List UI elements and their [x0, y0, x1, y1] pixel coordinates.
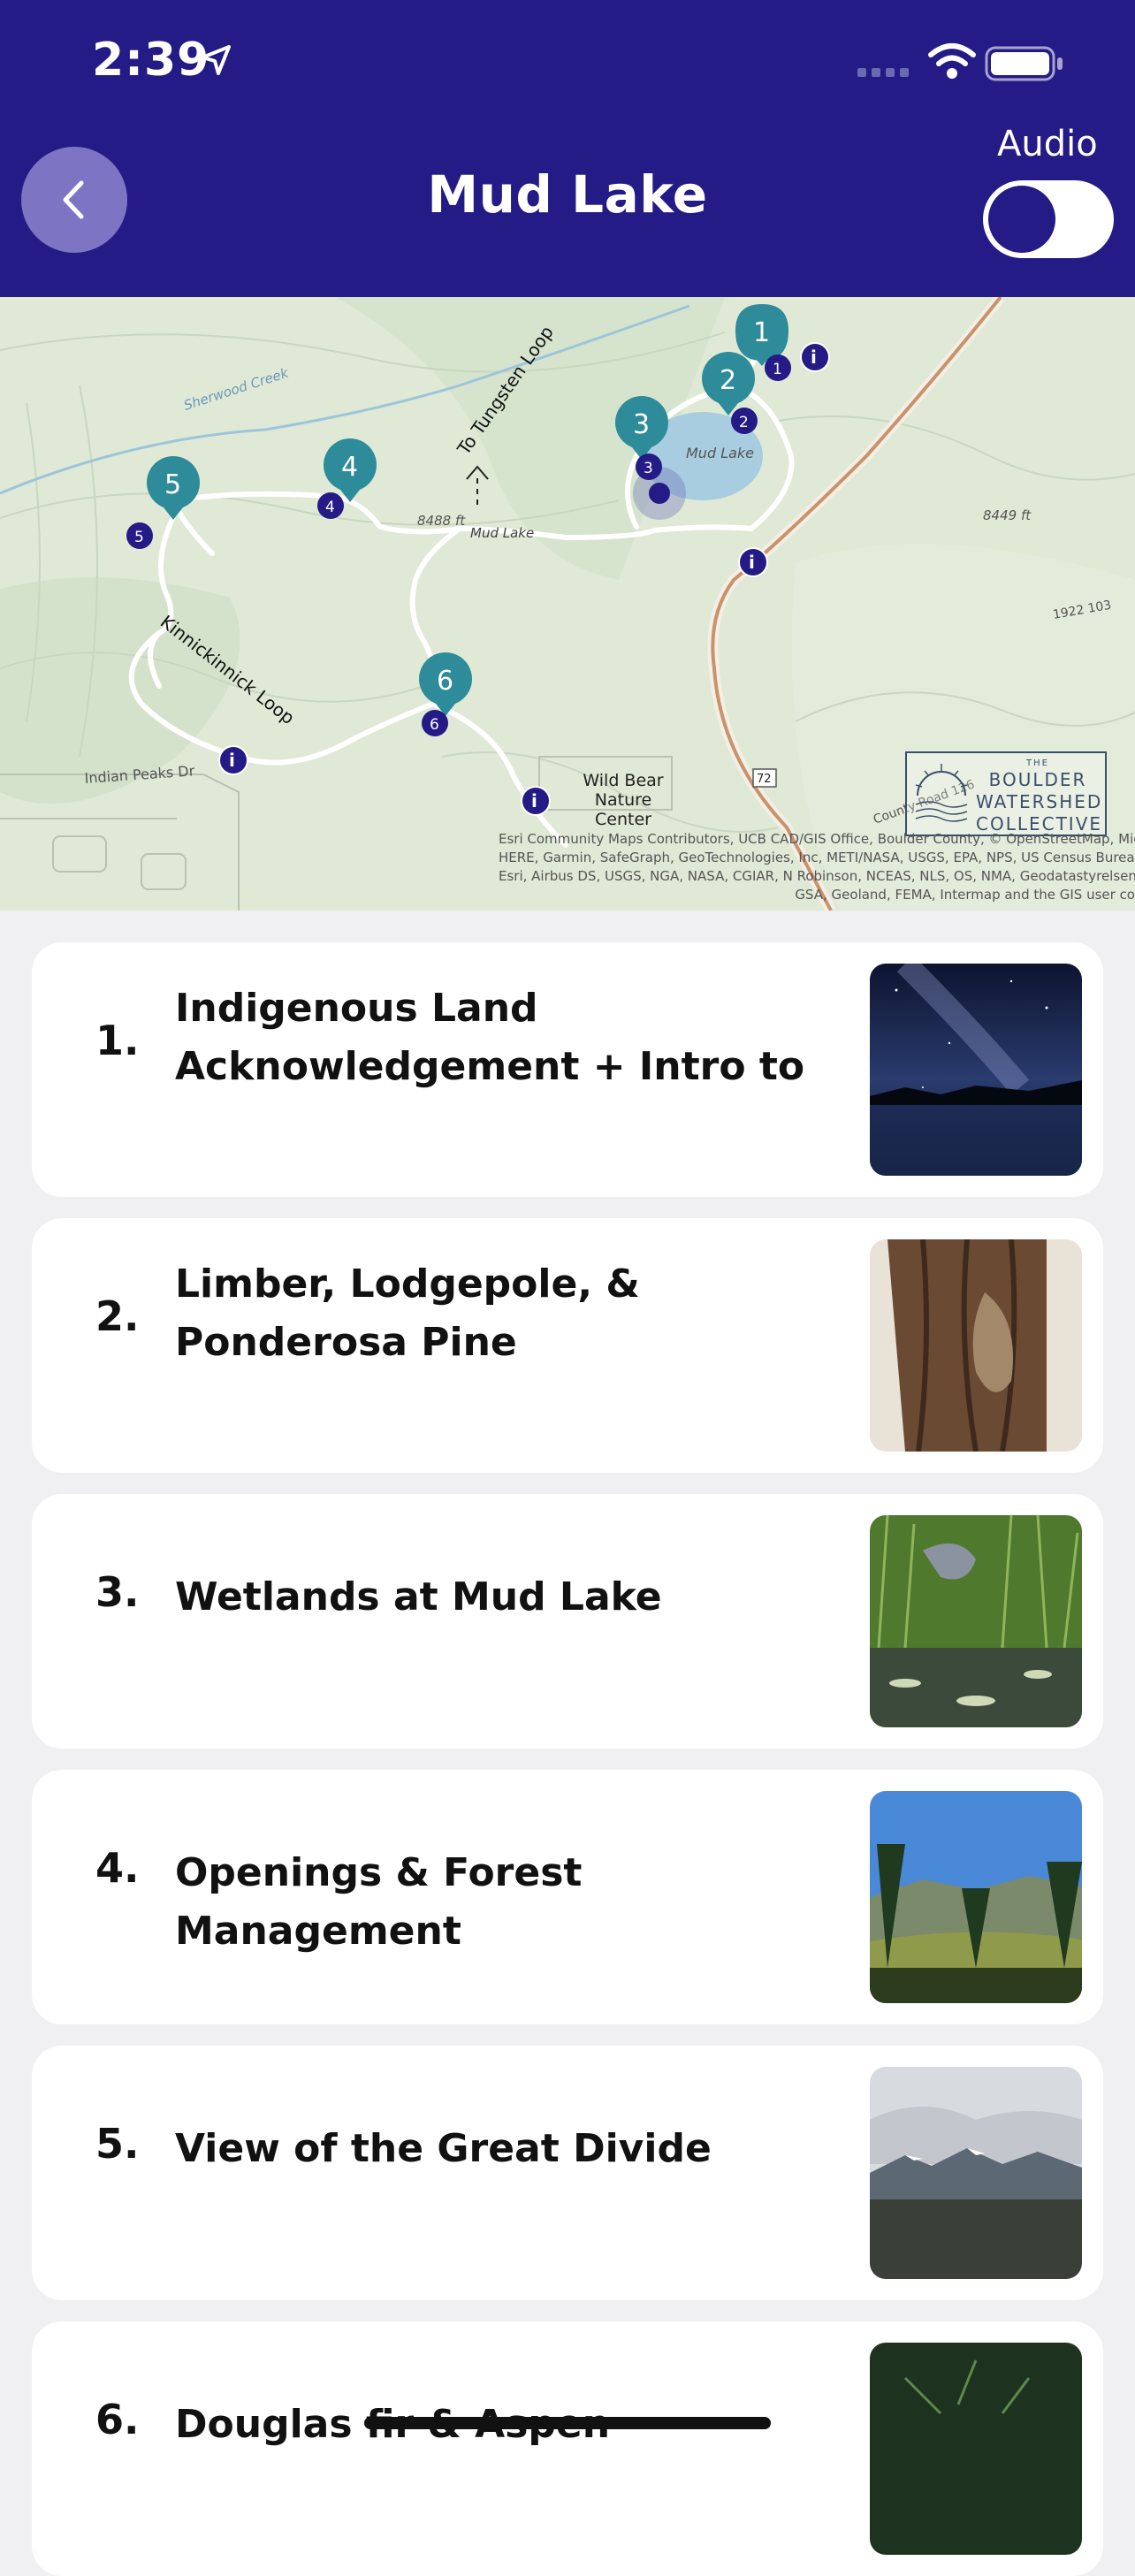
stop-pin-label: 4 — [341, 452, 358, 483]
page-title: Mud Lake — [427, 164, 708, 225]
header: 2:39 Mud Lake Audio — [0, 0, 1135, 297]
map-label-elevation-8488: 8488 ft — [417, 513, 466, 529]
toggle-knob — [988, 186, 1055, 253]
svg-text:2: 2 — [739, 414, 749, 431]
svg-text:i: i — [531, 790, 537, 812]
sun-mountain-icon — [915, 764, 968, 822]
svg-text:1: 1 — [773, 361, 782, 378]
stop-title: Openings & Forest Management — [175, 1850, 583, 1954]
logo-small-text: THE — [1026, 758, 1049, 768]
attribution-line: Esri, Airbus DS, USGS, NGA, NASA, CGIAR,… — [499, 868, 1135, 884]
cellular-signal-icon — [857, 64, 914, 80]
svg-text:6: 6 — [430, 716, 439, 734]
svg-text:5: 5 — [134, 529, 144, 546]
stop-card-5[interactable]: 5. View of the Great Divide — [32, 2046, 1103, 2300]
audio-label: Audio — [997, 124, 1098, 164]
trail-map[interactable]: Sherwood Creek Mud Lake To Tungsten Loop… — [0, 297, 1135, 911]
stop-pin-label: 6 — [437, 666, 453, 697]
tree-bark-photo — [870, 1239, 1082, 1452]
info-marker[interactable]: i — [800, 342, 830, 372]
map-label-mud-lake-trail: Mud Lake — [470, 525, 534, 541]
stop-title: View of the Great Divide — [175, 2126, 712, 2171]
battery-icon — [985, 46, 1063, 81]
stop-pin-label: 5 — [164, 469, 181, 500]
stop-card-4[interactable]: 4. Openings & Forest Management — [32, 1770, 1103, 2024]
stop-number: 1. — [95, 1017, 140, 1064]
status-time: 2:39 — [92, 34, 210, 87]
stop-title: Limber, Lodgepole, & Ponderosa Pine — [175, 1261, 640, 1365]
stop-pin-label: 2 — [720, 365, 736, 396]
mountain-view-photo — [870, 2067, 1082, 2279]
stop-card-6[interactable]: 6. Douglas fir & Aspen — [32, 2321, 1103, 2576]
info-marker[interactable]: i — [738, 547, 768, 577]
attribution-line: Esri Community Maps Contributors, UCB CA… — [499, 831, 1135, 847]
info-marker[interactable]: i — [218, 745, 248, 775]
stop-card-3[interactable]: 3. Wetlands at Mud Lake — [32, 1494, 1103, 1749]
stop-number: 2. — [95, 1292, 140, 1340]
audio-toggle[interactable] — [983, 180, 1114, 258]
boulder-watershed-logo: THE BOULDER WATERSHED COLLECTIVE — [905, 751, 1107, 836]
wifi-icon — [928, 43, 976, 79]
svg-text:i: i — [749, 552, 755, 573]
night-sky-lake-photo — [870, 964, 1082, 1176]
logo-line-1: BOULDER — [988, 769, 1087, 790]
home-indicator — [364, 2417, 771, 2429]
attribution-line: GSA, Geoland, FEMA, Intermap and the GIS… — [795, 887, 1135, 903]
svg-text:i: i — [229, 750, 235, 771]
location-arrow-icon — [201, 45, 231, 75]
stop-pin-label: 1 — [753, 317, 770, 348]
stop-number: 5. — [95, 2120, 140, 2168]
map-label-mud-lake-water: Mud Lake — [686, 445, 754, 461]
attribution-line: HERE, Garmin, SafeGraph, GeoTechnologies… — [499, 850, 1135, 865]
svg-text:i: i — [811, 347, 817, 368]
svg-text:4: 4 — [325, 499, 335, 516]
map-label-wild-bear: Wild Bear Nature Center — [583, 771, 664, 829]
pine-needles-photo — [870, 2343, 1082, 2555]
svg-text:3: 3 — [644, 460, 653, 477]
stop-card-1[interactable]: 1. Indigenous Land Acknowledgement + Int… — [32, 942, 1103, 1197]
stop-number: 4. — [95, 1844, 140, 1892]
user-location-dot — [649, 483, 670, 504]
map-attribution: Esri Community Maps Contributors, UCB CA… — [499, 830, 1135, 904]
stop-pin-label: 3 — [633, 409, 650, 440]
stop-number: 3. — [95, 1568, 140, 1616]
stop-number: 6. — [95, 2396, 140, 2443]
map-label-elevation-8449: 8449 ft — [983, 507, 1032, 523]
info-marker[interactable]: i — [521, 786, 551, 816]
stop-card-2[interactable]: 2. Limber, Lodgepole, & Ponderosa Pine — [32, 1218, 1103, 1473]
forest-meadow-photo — [870, 1791, 1082, 2003]
stop-title: Indigenous Land Acknowledgement + Intro … — [175, 986, 805, 1089]
logo-line-2: WATERSHED — [976, 791, 1103, 812]
stop-title: Wetlands at Mud Lake — [175, 1574, 662, 1620]
map-label-route-72: 72 — [757, 773, 772, 786]
heron-wetland-photo — [870, 1515, 1082, 1727]
